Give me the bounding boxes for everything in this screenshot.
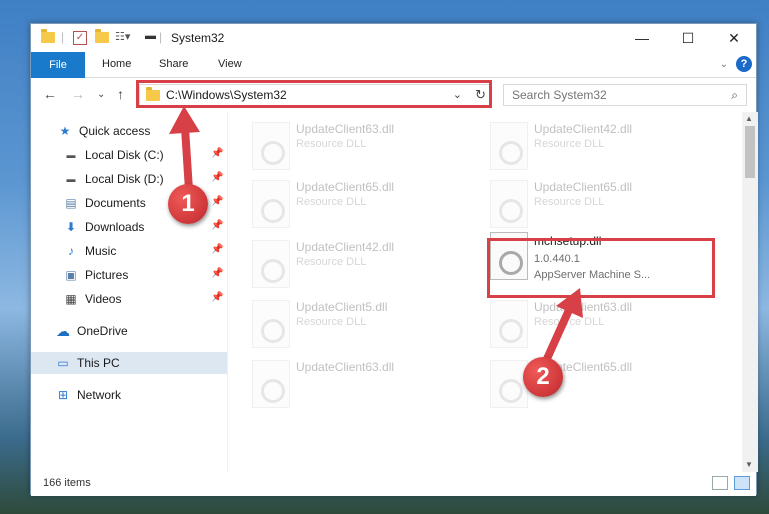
drive-icon: ▬ <box>66 150 76 160</box>
file-item[interactable]: UpdateClient5.dll Resource DLL <box>228 300 448 356</box>
qa-dropdown-icon[interactable]: ▬ <box>145 30 156 46</box>
search-input[interactable] <box>512 88 712 102</box>
file-highlight-box <box>487 238 715 298</box>
help-icon[interactable]: ? <box>736 56 752 72</box>
sidebar-item-label: Local Disk (D:) <box>85 172 164 186</box>
pin-icon[interactable]: 📌 <box>211 148 223 159</box>
downloads-icon: ⬇ <box>65 220 77 234</box>
title-bar: | ✓ ☷▾ ▬ | System32 — ☐ ✕ <box>31 24 756 52</box>
dll-file-icon <box>252 122 290 170</box>
computer-icon: ▭ <box>57 356 69 370</box>
search-icon[interactable]: ⌕ <box>731 88 738 103</box>
file-item[interactable]: UpdateClient65.dll Resource DLL <box>466 180 686 236</box>
sidebar-item-label: Downloads <box>85 220 145 234</box>
tiles-view-icon[interactable] <box>734 476 750 490</box>
dll-file-icon <box>252 180 290 228</box>
tab-share[interactable]: Share <box>159 58 188 70</box>
minimize-button[interactable]: — <box>619 24 665 52</box>
ribbon: File Home Share View ⌄ ? <box>31 52 756 78</box>
dll-file-icon <box>252 360 290 408</box>
file-item[interactable]: UpdateClient63.dll <box>228 360 448 416</box>
address-highlight-box <box>136 80 492 108</box>
recent-locations-icon[interactable]: ⌄ <box>97 89 105 100</box>
separator: | <box>159 30 163 44</box>
sidebar-item-documents[interactable]: ▤ Documents <box>63 192 146 214</box>
sidebar-item-this-pc[interactable]: ▭ This PC <box>55 352 120 374</box>
pin-icon[interactable]: 📌 <box>211 244 223 255</box>
sidebar-item-music[interactable]: ♪ Music <box>63 240 116 262</box>
music-icon: ♪ <box>68 244 74 258</box>
sidebar-item-label: Music <box>85 244 117 258</box>
sidebar-item-downloads[interactable]: ⬇ Downloads <box>63 216 144 238</box>
sidebar-item-label: Pictures <box>85 268 129 282</box>
maximize-button[interactable]: ☐ <box>665 24 711 52</box>
pin-icon[interactable]: 📌 <box>211 292 223 303</box>
videos-icon: ▦ <box>65 292 77 306</box>
customize-toolbar-icon[interactable]: ☷▾ <box>115 30 130 46</box>
pictures-icon: ▣ <box>65 268 77 282</box>
sidebar-item-local-disk-d[interactable]: ▬ Local Disk (D:) <box>63 168 164 190</box>
pin-icon[interactable]: 📌 <box>211 172 223 183</box>
step-2-badge: 2 <box>523 357 563 397</box>
new-folder-icon[interactable] <box>95 29 109 46</box>
sidebar-item-quick-access[interactable]: ★ Quick access <box>57 120 151 142</box>
pin-icon[interactable]: 📌 <box>211 220 223 231</box>
dll-file-icon <box>490 180 528 228</box>
pin-icon[interactable]: 📌 <box>211 196 223 207</box>
forward-arrow-icon[interactable]: → <box>71 86 85 102</box>
file-item[interactable]: UpdateClient63.dll Resource DLL <box>228 122 448 178</box>
status-bar: 166 items <box>31 472 756 496</box>
scroll-up-icon[interactable]: ▲ <box>745 114 753 123</box>
dll-file-icon <box>252 240 290 288</box>
sidebar-item-label: Network <box>77 388 122 402</box>
sidebar-item-label: Videos <box>85 292 122 306</box>
star-icon: ★ <box>59 124 71 138</box>
navigation-pane: ★ Quick access ▬ Local Disk (C:) 📌 ▬ Loc… <box>31 112 227 472</box>
scrollbar-thumb[interactable] <box>745 126 755 178</box>
vertical-scrollbar[interactable]: ▲ ▼ <box>742 112 758 472</box>
file-item[interactable]: UpdateClient42.dll Resource DLL <box>466 122 686 178</box>
sidebar-item-pictures[interactable]: ▣ Pictures <box>63 264 128 286</box>
dll-file-icon <box>490 300 528 348</box>
cloud-icon: ☁ <box>56 322 70 339</box>
sidebar-item-label: Quick access <box>79 124 151 138</box>
close-button[interactable]: ✕ <box>711 24 757 52</box>
file-item[interactable]: UpdateClient65.dll Resource DLL <box>228 180 448 236</box>
sidebar-item-label: Documents <box>85 196 146 210</box>
window-title: System32 <box>171 31 225 45</box>
file-item[interactable]: UpdateClient63.dll Resource DLL <box>466 300 686 356</box>
scroll-down-icon[interactable]: ▼ <box>745 460 753 469</box>
up-arrow-icon[interactable]: ↑ <box>117 86 124 102</box>
tab-view[interactable]: View <box>218 58 242 70</box>
expand-ribbon-icon[interactable]: ⌄ <box>720 59 728 70</box>
tab-home[interactable]: Home <box>102 58 131 70</box>
dll-file-icon <box>490 122 528 170</box>
network-icon: ⊞ <box>57 388 69 402</box>
details-view-icon[interactable] <box>712 476 728 490</box>
sidebar-item-label: This PC <box>77 356 120 370</box>
properties-icon[interactable]: ✓ <box>73 31 87 45</box>
step-1-badge: 1 <box>168 184 208 224</box>
sidebar-item-videos[interactable]: ▦ Videos <box>63 288 121 310</box>
folder-icon <box>41 29 55 46</box>
drive-icon: ▬ <box>66 174 76 184</box>
file-item[interactable]: UpdateClient42.dll Resource DLL <box>228 240 448 296</box>
sidebar-item-local-disk-c[interactable]: ▬ Local Disk (C:) <box>63 144 164 166</box>
dll-file-icon <box>490 360 528 408</box>
search-box[interactable]: ⌕ <box>503 84 747 106</box>
back-arrow-icon[interactable]: ← <box>43 86 57 102</box>
separator: | <box>61 30 65 44</box>
file-item[interactable]: UpdateClient65.dll <box>466 360 686 416</box>
item-count: 166 items <box>43 477 91 489</box>
sidebar-item-onedrive[interactable]: ☁ OneDrive <box>55 320 128 342</box>
sidebar-item-label: OneDrive <box>77 324 128 338</box>
tab-file[interactable]: File <box>31 52 85 78</box>
dll-file-icon <box>252 300 290 348</box>
documents-icon: ▤ <box>65 196 77 210</box>
sidebar-item-label: Local Disk (C:) <box>85 148 164 162</box>
sidebar-item-network[interactable]: ⊞ Network <box>55 384 121 406</box>
pin-icon[interactable]: 📌 <box>211 268 223 279</box>
